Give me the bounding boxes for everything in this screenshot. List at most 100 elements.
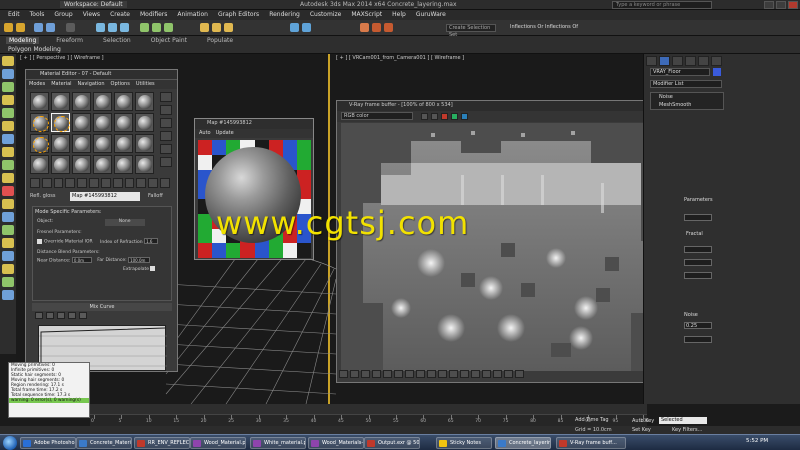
taskbar-item[interactable]: Concrete_Materi... bbox=[76, 437, 132, 449]
menu-help[interactable]: Help bbox=[392, 10, 406, 20]
sample-slot[interactable] bbox=[30, 113, 49, 132]
menu-create[interactable]: Create bbox=[110, 10, 130, 20]
load-image-icon[interactable] bbox=[431, 113, 438, 120]
key-filters-button[interactable]: Key Filters... bbox=[672, 427, 702, 433]
vfb-tool-icon[interactable] bbox=[350, 370, 359, 378]
tool-19-icon[interactable] bbox=[2, 290, 14, 300]
menu-modifiers[interactable]: Modifiers bbox=[140, 10, 167, 20]
channel-dropdown[interactable]: RGB color bbox=[341, 112, 413, 120]
render-icon[interactable] bbox=[384, 23, 393, 32]
tool-10-icon[interactable] bbox=[2, 173, 14, 183]
sample-slot[interactable] bbox=[51, 134, 70, 153]
noise-spinner[interactable]: 0.25 bbox=[684, 322, 712, 329]
snap-icon[interactable] bbox=[200, 23, 209, 32]
sample-slot[interactable] bbox=[93, 92, 112, 111]
put-to-library-icon[interactable] bbox=[100, 178, 111, 188]
sample-slot[interactable] bbox=[135, 92, 154, 111]
tool-17-icon[interactable] bbox=[2, 264, 14, 274]
sample-slot[interactable] bbox=[114, 134, 133, 153]
sample-slot[interactable] bbox=[72, 92, 91, 111]
rotate-icon[interactable] bbox=[152, 23, 161, 32]
param-spinner[interactable] bbox=[684, 336, 712, 343]
tab-modeling[interactable]: Modeling bbox=[6, 37, 40, 44]
tab-object-paint[interactable]: Object Paint bbox=[148, 37, 190, 44]
sample-slot[interactable] bbox=[93, 113, 112, 132]
tool-16-icon[interactable] bbox=[2, 251, 14, 261]
get-material-icon[interactable] bbox=[30, 178, 40, 188]
vfb-tool-icon[interactable] bbox=[482, 370, 491, 378]
taskbar-item[interactable]: Wood_Material.p... bbox=[190, 437, 246, 449]
uv-tiling-icon[interactable] bbox=[160, 131, 172, 141]
tool-9-icon[interactable] bbox=[2, 160, 14, 170]
modify-tab-icon[interactable] bbox=[659, 56, 670, 66]
menu-rendering[interactable]: Rendering bbox=[269, 10, 300, 20]
fractal-radio[interactable]: Fractal bbox=[686, 231, 703, 237]
utilities-tab-icon[interactable] bbox=[711, 56, 722, 66]
far-distance-spinner[interactable]: 100.0m bbox=[128, 256, 151, 263]
vfb-tool-icon[interactable] bbox=[504, 370, 513, 378]
material-editor-window[interactable]: Material Editor - 07 - Default Modes Mat… bbox=[25, 69, 178, 372]
taskbar-item[interactable]: Wood_Materials-... bbox=[308, 437, 364, 449]
menu-graph-editors[interactable]: Graph Editors bbox=[218, 10, 259, 20]
vfb-tool-icon[interactable] bbox=[438, 370, 447, 378]
material-id-icon[interactable] bbox=[112, 178, 123, 188]
tab-populate[interactable]: Populate bbox=[204, 37, 236, 44]
scale-icon[interactable] bbox=[164, 23, 173, 32]
taskbar-item[interactable]: Adobe Photosho... bbox=[20, 437, 76, 449]
vfb-tool-icon[interactable] bbox=[339, 370, 348, 378]
named-selection-set-field[interactable]: Create Selection Set bbox=[446, 24, 496, 38]
taskbar-item[interactable]: RR_ENV_REFLEC... bbox=[134, 437, 190, 449]
param-spinner[interactable] bbox=[684, 246, 712, 253]
tab-freeform[interactable]: Freeform bbox=[53, 37, 86, 44]
put-to-scene-icon[interactable] bbox=[41, 178, 52, 188]
link-icon[interactable] bbox=[34, 23, 43, 32]
vfb-tool-icon[interactable] bbox=[372, 370, 381, 378]
sample-slot[interactable] bbox=[114, 155, 133, 174]
search-input[interactable]: Type a keyword or phrase bbox=[612, 1, 712, 9]
sample-slot[interactable] bbox=[30, 134, 49, 153]
stack-item-noise[interactable]: Noise bbox=[651, 93, 723, 101]
add-point-icon[interactable] bbox=[57, 312, 65, 319]
tool-1-icon[interactable] bbox=[2, 56, 14, 66]
selection-filter-icon[interactable] bbox=[66, 23, 75, 32]
scale-point-icon[interactable] bbox=[46, 312, 54, 319]
motion-tab-icon[interactable] bbox=[685, 56, 696, 66]
menu-animation[interactable]: Animation bbox=[177, 10, 208, 20]
taskbar-item[interactable]: Output.exr @ 50... bbox=[364, 437, 420, 449]
set-key-button[interactable]: Set Key bbox=[632, 427, 651, 433]
sample-slot[interactable] bbox=[30, 155, 49, 174]
menu-edit[interactable]: Edit bbox=[8, 10, 20, 20]
sample-slot[interactable] bbox=[51, 155, 70, 174]
me-menu-utilities[interactable]: Utilities bbox=[136, 80, 155, 89]
sample-slot[interactable] bbox=[72, 113, 91, 132]
redo-icon[interactable] bbox=[16, 23, 25, 32]
auto-key-button[interactable]: Auto Key bbox=[632, 418, 654, 424]
percent-snap-icon[interactable] bbox=[224, 23, 233, 32]
param-spinner[interactable] bbox=[684, 272, 712, 279]
tab-selection[interactable]: Selection bbox=[100, 37, 134, 44]
vfb-tool-icon[interactable] bbox=[416, 370, 425, 378]
me-menu-options[interactable]: Options bbox=[111, 80, 130, 89]
reset-map-icon[interactable] bbox=[65, 178, 76, 188]
make-preview-icon[interactable] bbox=[160, 157, 172, 167]
video-check-icon[interactable] bbox=[160, 144, 172, 154]
blue-channel-icon[interactable] bbox=[461, 113, 468, 120]
tool-13-icon[interactable] bbox=[2, 212, 14, 222]
taskbar-item[interactable]: White_material.p... bbox=[250, 437, 306, 449]
menu-group[interactable]: Group bbox=[54, 10, 72, 20]
key-selection-dropdown[interactable]: Selected bbox=[659, 417, 707, 424]
mix-curve-header[interactable]: Mix Curve bbox=[32, 303, 172, 311]
map-name-field[interactable]: Map #145993812 bbox=[70, 192, 140, 201]
vfb-tool-icon[interactable] bbox=[471, 370, 480, 378]
undo-icon[interactable] bbox=[4, 23, 13, 32]
tool-3-icon[interactable] bbox=[2, 82, 14, 92]
move-point-icon[interactable] bbox=[35, 312, 43, 319]
taskbar-item[interactable]: Sticky Notes bbox=[436, 437, 492, 449]
object-name-field[interactable]: VRAY_Floor bbox=[650, 68, 710, 76]
noise-rollout[interactable]: Noise bbox=[684, 312, 698, 318]
time-slider[interactable] bbox=[90, 404, 647, 414]
menu-guruware[interactable]: GuruWare bbox=[416, 10, 446, 20]
near-distance-spinner[interactable]: 0.0m bbox=[71, 256, 92, 263]
sample-slot-active[interactable] bbox=[51, 113, 70, 132]
sample-slot[interactable] bbox=[72, 155, 91, 174]
